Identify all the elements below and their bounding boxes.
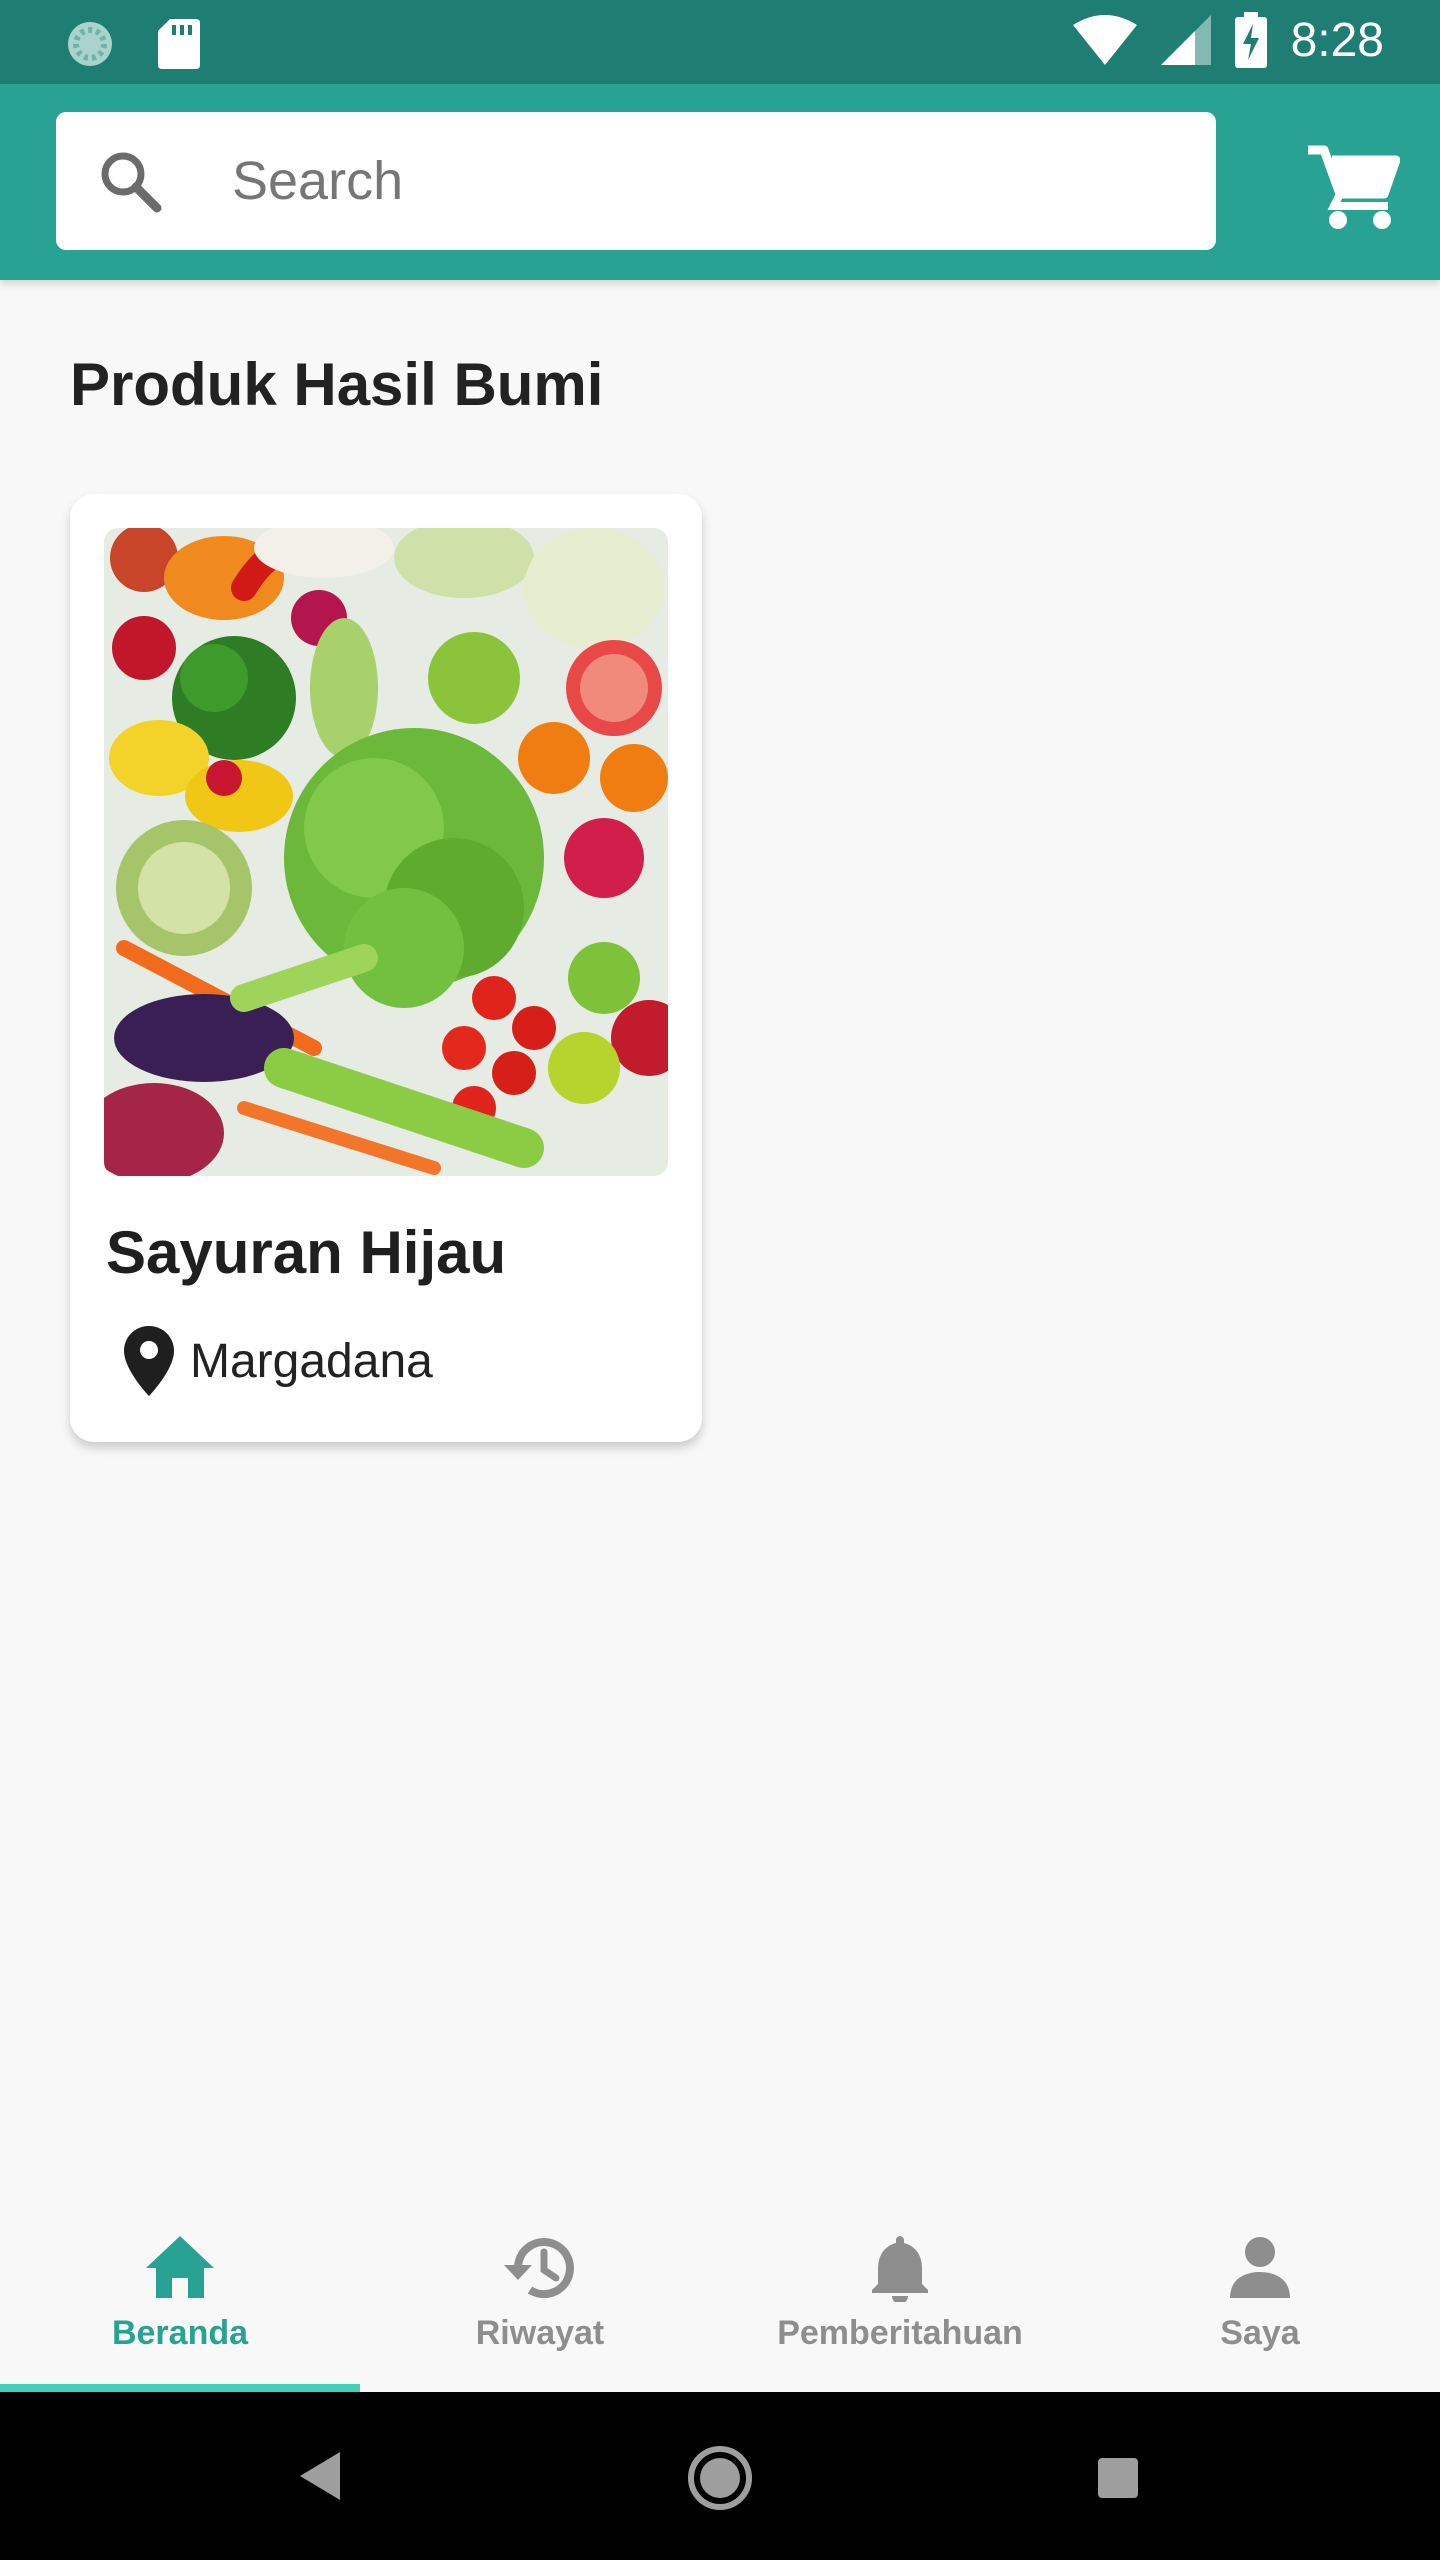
app-bar: Search [0,84,1440,280]
loading-icon [68,22,112,66]
active-tab-indicator [0,2384,360,2392]
battery-charging-icon [1234,12,1267,68]
nav-item-riwayat[interactable]: Riwayat [360,2196,720,2392]
back-button[interactable] [296,2448,344,2504]
sd-card-icon [158,19,200,69]
wifi-icon [1072,15,1137,65]
cart-icon[interactable] [1304,142,1400,232]
home-icon [146,2236,214,2298]
product-location: Margadana [124,1326,433,1396]
nav-item-beranda[interactable]: Beranda [0,2196,360,2392]
status-time: 8:28 [1290,13,1384,67]
recents-button[interactable] [1096,2456,1140,2500]
search-input[interactable]: Search [56,112,1216,250]
home-button[interactable] [686,2444,754,2512]
bottom-navigation: Beranda Riwayat Pemberitahuan Saya [0,2196,1440,2392]
location-pin-icon [124,1326,174,1396]
signal-icon [1160,15,1211,65]
nav-label-riwayat: Riwayat [475,2314,605,2352]
history-icon [504,2238,574,2299]
product-name: Sayuran Hijau [106,1219,507,1286]
nav-item-pemberitahuan[interactable]: Pemberitahuan [720,2196,1080,2392]
person-icon [1230,2237,1290,2298]
system-navigation-bar [0,2392,1440,2560]
search-icon [101,152,162,213]
section-title: Produk Hasil Bumi [70,351,604,418]
nav-item-saya[interactable]: Saya [1080,2196,1440,2392]
nav-label-saya: Saya [1220,2314,1300,2352]
bell-icon [872,2236,928,2302]
status-bar: 8:28 [0,0,1440,84]
product-card[interactable]: Sayuran Hijau Margadana [70,494,702,1442]
nav-label-pemberitahuan: Pemberitahuan [777,2314,1023,2352]
search-placeholder: Search [232,151,404,211]
product-location-text: Margadana [190,1334,433,1388]
nav-label-beranda: Beranda [111,2314,249,2352]
product-image [104,528,668,1176]
